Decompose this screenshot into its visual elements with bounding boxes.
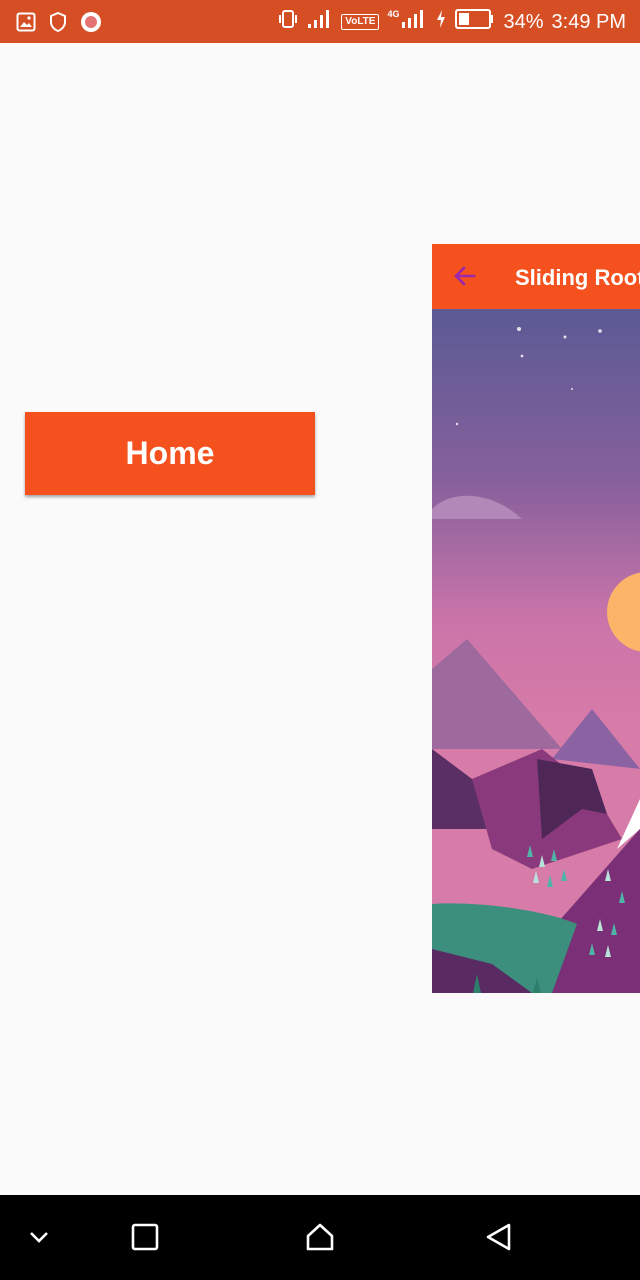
signal-icon xyxy=(307,9,333,35)
record-icon xyxy=(80,11,102,38)
status-bar: VoLTE 4G 34% 3:49 PM xyxy=(0,0,640,43)
arrow-back-icon[interactable] xyxy=(452,263,478,289)
shield-icon xyxy=(48,11,68,38)
status-bar-left-icons xyxy=(16,11,102,38)
battery-percent: 34% xyxy=(503,10,544,33)
navigation-bar xyxy=(0,1195,640,1280)
volte-icon: VoLTE xyxy=(341,14,380,30)
charging-icon xyxy=(435,9,447,35)
signal-4g-icon xyxy=(401,9,427,35)
mountain-landscape-illustration xyxy=(432,309,640,993)
chevron-down-icon[interactable] xyxy=(19,1217,59,1257)
clock: 3:49 PM xyxy=(551,10,626,33)
home-icon[interactable] xyxy=(300,1217,340,1257)
network-type-label: 4G xyxy=(387,9,400,19)
status-bar-right: VoLTE 4G 34% 3:49 PM xyxy=(277,8,626,36)
image-icon xyxy=(16,12,36,37)
toolbar: Sliding Root xyxy=(432,244,640,309)
back-icon[interactable] xyxy=(478,1217,518,1257)
recent-apps-icon[interactable] xyxy=(125,1217,165,1257)
home-menu-button[interactable]: Home xyxy=(25,412,315,495)
sliding-content-panel[interactable]: Sliding Root xyxy=(432,244,640,993)
toolbar-title: Sliding Root xyxy=(515,265,640,290)
vibrate-icon xyxy=(277,8,299,36)
battery-icon xyxy=(455,8,495,36)
